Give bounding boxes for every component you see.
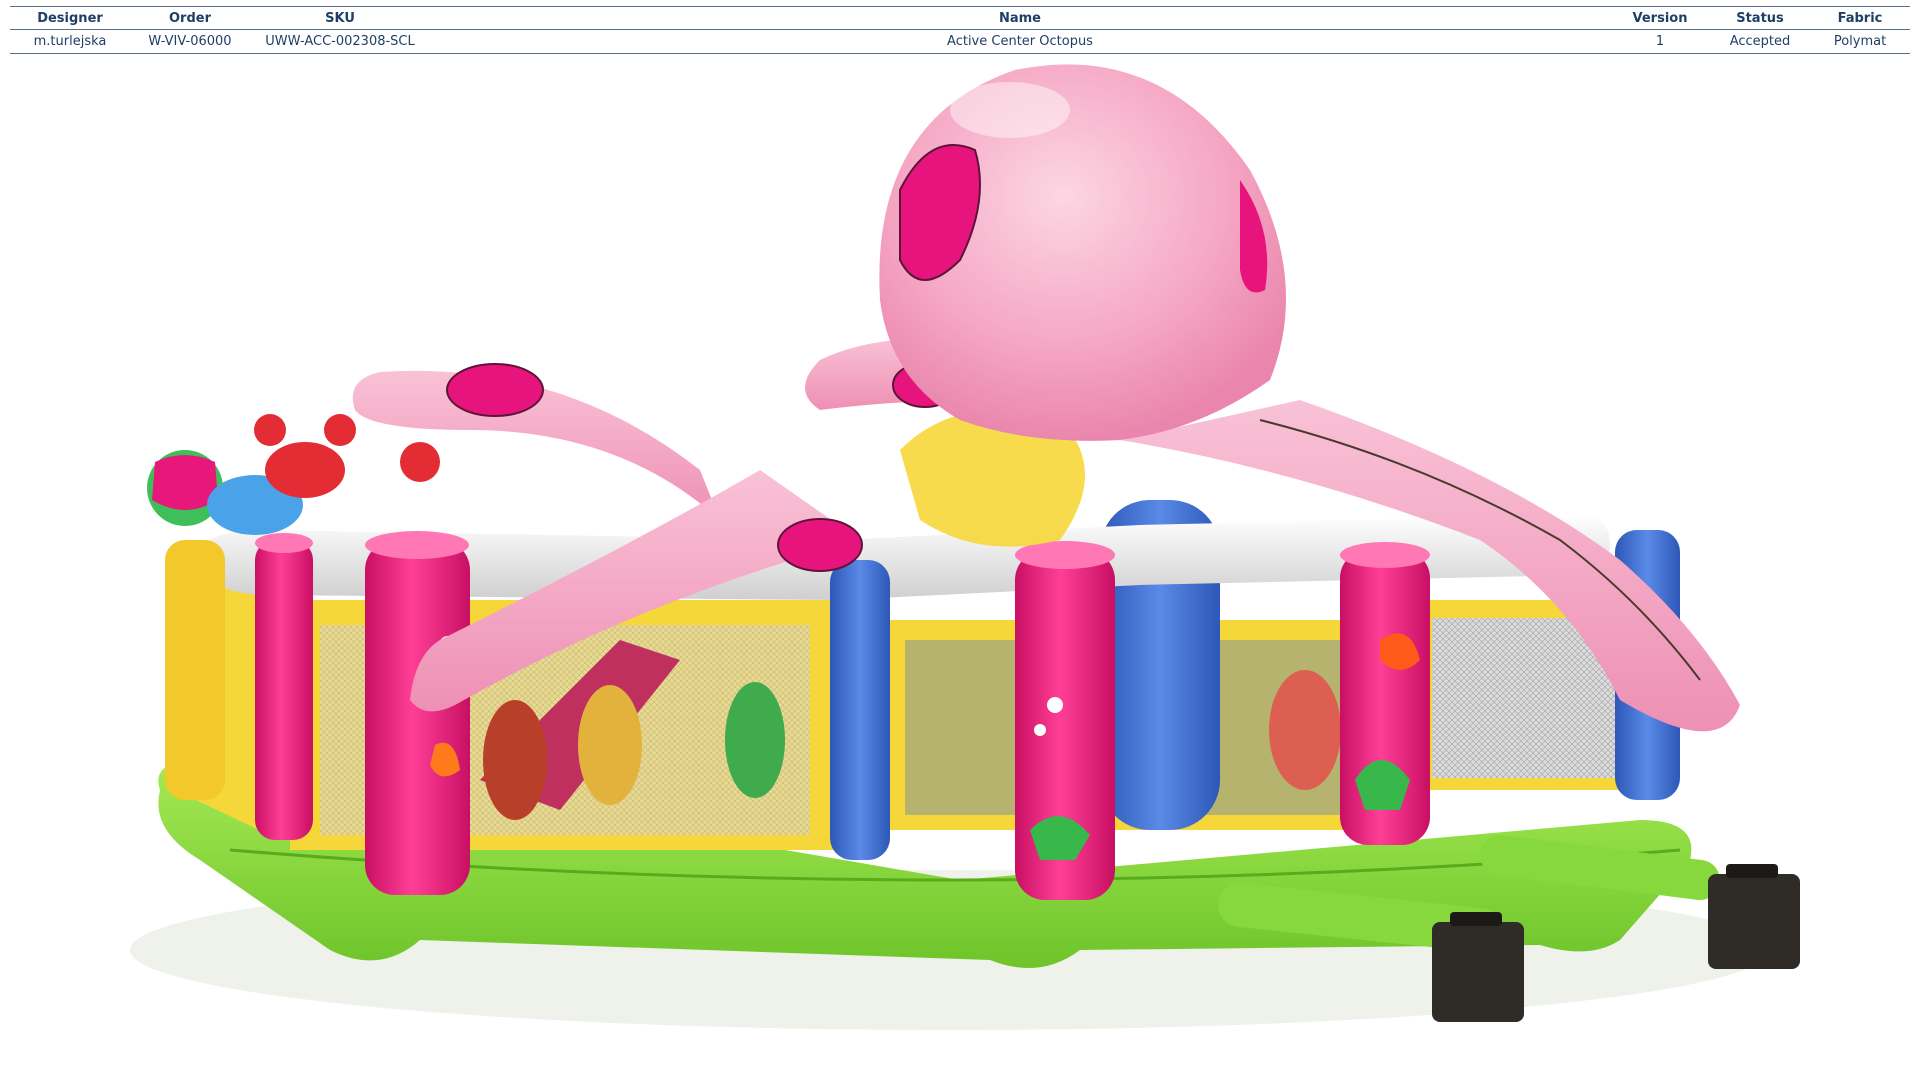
product-spec-table: Designer Order SKU Name Version Status F… — [10, 6, 1910, 54]
octopus-head — [879, 64, 1286, 441]
fabric-value: Polymat — [1810, 29, 1910, 54]
pink-pillar — [365, 531, 470, 895]
sku-value: UWW-ACC-002308-SCL — [250, 29, 430, 54]
header-sku: SKU — [250, 6, 430, 30]
spec-value-row: m.turlejska W-VIV-06000 UWW-ACC-002308-S… — [10, 29, 1910, 54]
header-version: Version — [1610, 6, 1710, 30]
spec-header-row: Designer Order SKU Name Version Status F… — [10, 6, 1910, 30]
designer-value: m.turlejska — [10, 29, 130, 54]
blower-unit — [1432, 912, 1524, 1022]
order-value: W-VIV-06000 — [130, 29, 250, 54]
header-status: Status — [1710, 6, 1810, 30]
pink-pillar — [255, 533, 313, 840]
status-value: Accepted — [1710, 29, 1810, 54]
yellow-pillar — [165, 540, 225, 800]
header-order: Order — [130, 6, 250, 30]
pink-pillar — [1340, 542, 1430, 845]
product-render-image — [130, 64, 1800, 1030]
header-fabric: Fabric — [1810, 6, 1910, 30]
blower-unit — [1708, 864, 1800, 969]
version-value: 1 — [1610, 29, 1710, 54]
header-name: Name — [430, 6, 1610, 30]
pink-pillar — [1015, 541, 1115, 900]
header-designer: Designer — [10, 6, 130, 30]
name-value: Active Center Octopus — [430, 29, 1610, 54]
